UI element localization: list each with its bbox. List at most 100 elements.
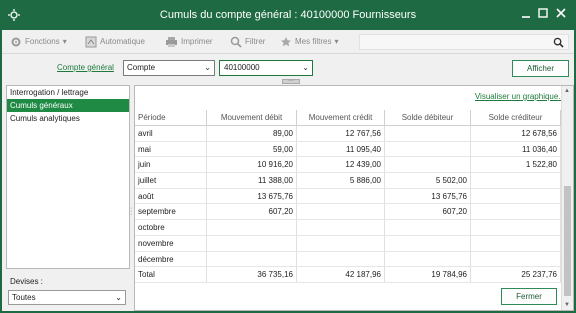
table-row[interactable]: novembre xyxy=(135,235,561,252)
visualiser-graphique-link[interactable]: Visualiser un graphique... xyxy=(475,92,565,101)
window-title: Cumuls du compte général : 40100000 Four… xyxy=(159,9,417,21)
table-cell: 19 784,96 xyxy=(385,267,471,282)
table-row[interactable]: mai 59,00 11 095,40 11 036,40 xyxy=(135,141,561,158)
panel-collapse-grip[interactable]: ··· xyxy=(282,78,300,84)
fermer-button[interactable]: Fermer xyxy=(501,288,557,305)
table-row[interactable]: septembre 607,20 607,20 xyxy=(135,204,561,221)
title-bar: Cumuls du compte général : 40100000 Four… xyxy=(0,0,576,30)
table-cell: 42 187,96 xyxy=(297,267,385,282)
minimize-icon xyxy=(522,16,530,18)
table-cell xyxy=(385,157,471,173)
devises-label: Devises : xyxy=(10,277,43,286)
table-cell xyxy=(207,251,297,267)
sidebar-item-cumuls-analytiques[interactable]: Cumuls analytiques xyxy=(7,112,129,125)
afficher-button[interactable]: Afficher xyxy=(512,60,569,77)
filtrer-button[interactable]: Filtrer xyxy=(230,35,265,49)
search-input[interactable] xyxy=(359,34,569,50)
column-header-periode[interactable]: Période xyxy=(135,110,207,125)
column-header-solde-crediteur[interactable]: Solde créditeur xyxy=(471,110,561,125)
table-cell xyxy=(297,235,385,251)
table-row[interactable]: octobre xyxy=(135,220,561,236)
minimize-button[interactable] xyxy=(518,7,534,23)
table-cell: 25 237,76 xyxy=(471,267,561,282)
total-row[interactable]: Total 36 735,16 42 187,96 19 784,96 25 237,7… xyxy=(135,267,561,283)
table-cell: 11 388,00 xyxy=(207,173,297,188)
account-type-select[interactable]: Compte ⌄ xyxy=(123,60,215,76)
table-cell: 10 916,20 xyxy=(207,157,297,173)
mes-filtres-label: Mes filtres xyxy=(295,37,332,46)
scroll-down-icon[interactable]: ▼ xyxy=(564,302,570,308)
star-icon xyxy=(281,37,291,47)
devises-value: Toutes xyxy=(12,293,36,302)
table-cell: 11 095,40 xyxy=(297,141,385,157)
compte-general-link[interactable]: Compte général xyxy=(57,63,114,72)
table-cell: 607,20 xyxy=(385,204,471,220)
table-cell xyxy=(207,220,297,235)
table-cell: 36 735,16 xyxy=(207,267,297,282)
maximize-button[interactable] xyxy=(535,7,551,23)
table-cell xyxy=(471,173,561,188)
table-cell: avril xyxy=(135,126,207,141)
mes-filtres-menu[interactable]: Mes filtres ▾ xyxy=(280,35,338,49)
table-cell: mai xyxy=(135,141,207,157)
window-client-area: Fonctions ▾ Automatique Imprimer Filtrer… xyxy=(2,30,574,311)
printer-icon xyxy=(166,37,177,47)
table-cell xyxy=(471,251,561,267)
table-row[interactable]: avril 89,00 12 767,56 12 678,56 xyxy=(135,126,561,142)
table-cell: 12 439,00 xyxy=(297,157,385,173)
table-cell: 1 522,80 xyxy=(471,157,561,173)
application-window: Cumuls du compte général : 40100000 Four… xyxy=(0,0,576,313)
table-cell xyxy=(297,251,385,267)
table-header-row: Période Mouvement débit Mouvement crédit… xyxy=(135,110,561,126)
table-cell: Total xyxy=(135,267,207,282)
table-row[interactable]: juillet 11 388,00 5 886,00 5 502,00 xyxy=(135,173,561,189)
automatique-icon xyxy=(85,36,97,48)
search-icon xyxy=(230,36,242,48)
table-cell: 5 502,00 xyxy=(385,173,471,188)
account-number-input[interactable]: 40100000 ⌄ xyxy=(219,60,313,76)
table-cell xyxy=(385,235,471,251)
column-header-mouvement-credit[interactable]: Mouvement crédit xyxy=(297,110,385,125)
table-cell: 89,00 xyxy=(207,126,297,141)
search-icon[interactable] xyxy=(553,37,564,48)
fonctions-label: Fonctions xyxy=(25,37,60,46)
column-header-mouvement-debit[interactable]: Mouvement débit xyxy=(207,110,297,125)
table-cell: 13 675,76 xyxy=(385,188,471,204)
table-cell: 13 675,76 xyxy=(207,188,297,204)
devises-select[interactable]: Toutes ⌄ xyxy=(8,290,126,305)
chevron-down-icon: ▾ xyxy=(62,37,67,46)
table-cell: 12 767,56 xyxy=(297,126,385,141)
table-row[interactable]: juin 10 916,20 12 439,00 1 522,80 xyxy=(135,157,561,174)
table-body: avril 89,00 12 767,56 12 678,56 mai 59,00 11 0… xyxy=(135,126,561,283)
table-cell xyxy=(207,235,297,251)
automatique-button[interactable]: Automatique xyxy=(85,35,145,49)
close-button[interactable] xyxy=(553,7,569,23)
scrollbar-thumb[interactable] xyxy=(564,186,571,296)
chevron-down-icon: ▾ xyxy=(334,37,339,46)
column-header-solde-debiteur[interactable]: Solde débiteur xyxy=(385,110,471,125)
table-row[interactable]: août 13 675,76 13 675,76 xyxy=(135,188,561,205)
table-cell xyxy=(471,204,561,220)
sidebar-item-cumuls-generaux[interactable]: Cumuls généraux xyxy=(7,99,129,112)
table-cell: octobre xyxy=(135,220,207,235)
table-cell: 5 886,00 xyxy=(297,173,385,188)
vertical-scrollbar[interactable]: ▲ ▼ xyxy=(561,86,573,310)
table-cell xyxy=(385,251,471,267)
gear-icon xyxy=(11,37,21,47)
scroll-up-icon[interactable]: ▲ xyxy=(564,88,570,94)
toolbar: Fonctions ▾ Automatique Imprimer Filtrer… xyxy=(2,30,574,54)
imprimer-button[interactable]: Imprimer xyxy=(165,35,213,49)
table-row[interactable]: décembre xyxy=(135,251,561,268)
chevron-down-icon: ⌄ xyxy=(115,293,122,302)
table-cell xyxy=(471,220,561,235)
table-cell: novembre xyxy=(135,235,207,251)
cumuls-table: Période Mouvement débit Mouvement crédit… xyxy=(135,110,561,283)
sidebar-item-interrogation[interactable]: Interrogation / lettrage xyxy=(7,86,129,99)
table-cell: 12 678,56 xyxy=(471,126,561,141)
table-cell xyxy=(471,188,561,204)
maximize-icon xyxy=(538,8,548,18)
account-number-value: 40100000 xyxy=(224,63,260,72)
chevron-down-icon: ⌄ xyxy=(204,63,211,72)
fonctions-menu[interactable]: Fonctions ▾ xyxy=(10,35,67,49)
table-cell xyxy=(297,220,385,235)
